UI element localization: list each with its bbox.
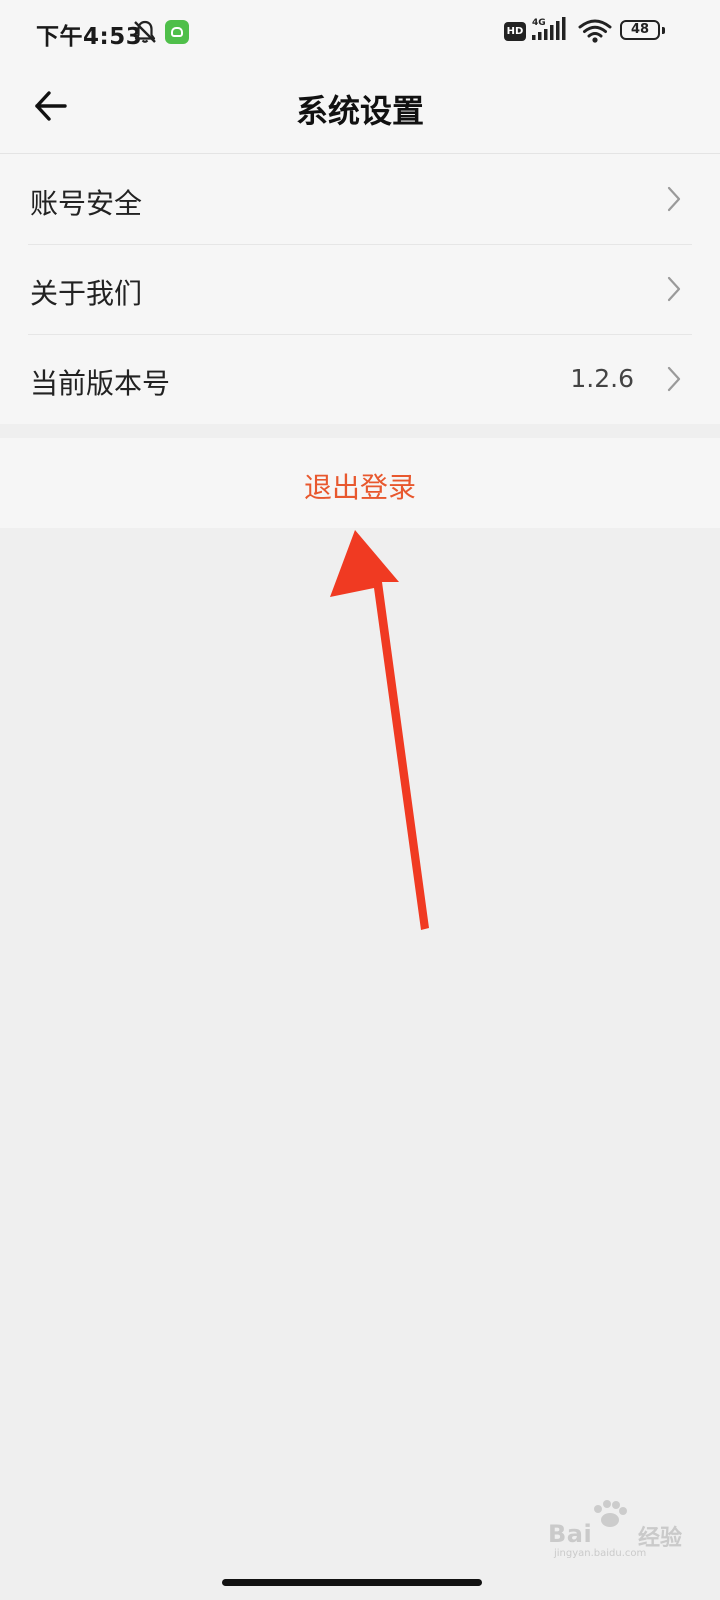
- settings-item-label: 账号安全: [30, 187, 143, 220]
- baidu-paw-icon: [594, 1500, 627, 1527]
- page-title: 系统设置: [295, 92, 424, 130]
- status-time: 下午4:53: [36, 24, 143, 50]
- logout-label: 退出登录: [303, 471, 416, 504]
- annotation-arrow-icon: [330, 530, 429, 930]
- home-indicator[interactable]: [222, 1579, 482, 1586]
- watermark-brand: Bai: [548, 1520, 593, 1548]
- battery-icon: 48: [620, 20, 668, 42]
- watermark: Bai 经验 jingyan.baidu.com: [548, 1500, 698, 1559]
- hd-icon: HD: [504, 22, 526, 41]
- logout-button[interactable]: 退出登录: [0, 438, 720, 528]
- watermark-url: jingyan.baidu.com: [554, 1548, 647, 1559]
- status-bar: 下午4:53 HD 4G 48: [0, 0, 720, 62]
- wifi-icon: [578, 19, 612, 43]
- navigation-bar: 系统设置: [0, 62, 720, 154]
- settings-item-label: 当前版本号: [30, 367, 171, 400]
- version-value: 1.2.6: [570, 364, 634, 393]
- chevron-right-icon: [667, 366, 681, 392]
- settings-item-version[interactable]: 当前版本号 1.2.6: [0, 334, 720, 424]
- signal-icon: 4G: [532, 17, 566, 40]
- chevron-right-icon: [667, 186, 681, 212]
- settings-item-about-us[interactable]: 关于我们: [0, 244, 720, 334]
- settings-list: 账号安全 关于我们 当前版本号 1.2.6: [0, 154, 720, 424]
- app-notification-icon: [165, 20, 189, 44]
- chevron-right-icon: [667, 276, 681, 302]
- settings-item-label: 关于我们: [30, 277, 143, 310]
- settings-item-account-security[interactable]: 账号安全: [0, 154, 720, 244]
- battery-level: 48: [630, 22, 650, 37]
- network-type-label: 4G: [532, 18, 546, 28]
- bell-muted-icon: [134, 20, 156, 43]
